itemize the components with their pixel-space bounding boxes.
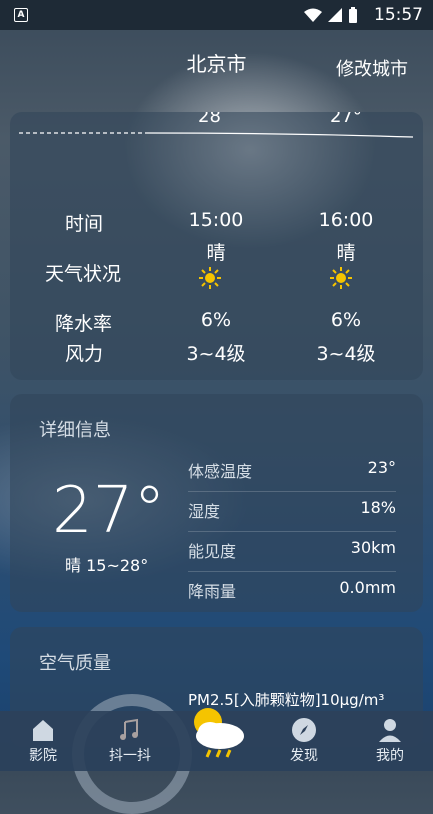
nav-label: 发现 — [290, 748, 318, 764]
detail-title: 详细信息 — [39, 420, 111, 441]
nav-label: 影院 — [29, 748, 57, 764]
hour-weather: 晴 — [336, 242, 356, 264]
nav-label: 抖一抖 — [109, 748, 151, 764]
signal-icon — [328, 8, 342, 22]
nav-item-discover[interactable]: 发现 — [269, 711, 339, 771]
status-bar: A 15:57 — [0, 0, 433, 30]
hour-rain: 6% — [200, 309, 232, 331]
status-icons — [304, 7, 358, 23]
nav-label: 我的 — [376, 748, 404, 764]
current-temperature: 27° — [52, 474, 166, 548]
sun-icon — [330, 267, 352, 289]
detail-value: 30km — [350, 538, 396, 557]
detail-list: 体感温度 23° 湿度 18% 能见度 30km 降雨量 0.0mm — [188, 452, 396, 611]
wifi-icon — [304, 8, 322, 22]
detail-label: 湿度 — [188, 502, 221, 521]
sun-icon — [199, 267, 221, 289]
detail-value: 0.0mm — [339, 578, 396, 597]
detail-label: 体感温度 — [188, 462, 253, 481]
detail-row: 能见度 30km — [188, 532, 396, 572]
user-icon — [379, 719, 401, 742]
temp-point-label: 28 — [198, 112, 221, 127]
detail-info-card: 详细信息 27° 晴 15~28° 体感温度 23° 湿度 18% 能见度 30… — [10, 394, 423, 612]
row-label-weather: 天气状况 — [45, 263, 122, 285]
detail-value: 23° — [367, 458, 396, 477]
air-title: 空气质量 — [39, 653, 111, 674]
battery-icon — [349, 7, 357, 23]
row-label-rain: 降水率 — [55, 313, 113, 335]
music-note-icon — [120, 718, 138, 740]
hour-time: 15:00 — [188, 209, 244, 231]
hour-time: 16:00 — [318, 209, 374, 231]
title-bar: 北京市 修改城市 — [0, 30, 433, 110]
hour-wind: 3~4级 — [186, 343, 246, 365]
temperature-chart: 28 27° — [10, 112, 423, 152]
hourly-forecast-card: 28 27° 时间 天气状况 降水率 风力 15:00 晴 6% 3~4级 16… — [10, 112, 423, 380]
hour-wind: 3~4级 — [316, 343, 376, 365]
detail-row: 湿度 18% — [188, 492, 396, 532]
detail-label: 降雨量 — [188, 582, 237, 601]
row-label-time: 时间 — [65, 213, 104, 235]
hour-weather: 晴 — [206, 242, 226, 264]
detail-row: 降雨量 0.0mm — [188, 572, 396, 611]
temp-point-label: 27° — [330, 112, 362, 127]
nav-item-cinema[interactable]: 影院 — [8, 711, 78, 771]
weather-summary: 晴 15~28° — [65, 556, 149, 575]
nav-item-mine[interactable]: 我的 — [355, 711, 425, 771]
cinema-icon — [33, 720, 53, 741]
change-city-button[interactable]: 修改城市 — [336, 55, 408, 81]
detail-row: 体感温度 23° — [188, 452, 396, 492]
compass-icon — [292, 718, 316, 742]
row-label-wind: 风力 — [65, 343, 104, 365]
detail-label: 能见度 — [188, 542, 237, 561]
notification-a-icon: A — [14, 8, 28, 22]
detail-value: 18% — [360, 498, 396, 517]
clock: 15:57 — [374, 5, 423, 25]
hour-rain: 6% — [330, 309, 362, 331]
nav-item-shake[interactable]: 抖一抖 — [95, 711, 165, 771]
weather-cloud-sun-icon[interactable] — [184, 700, 250, 760]
